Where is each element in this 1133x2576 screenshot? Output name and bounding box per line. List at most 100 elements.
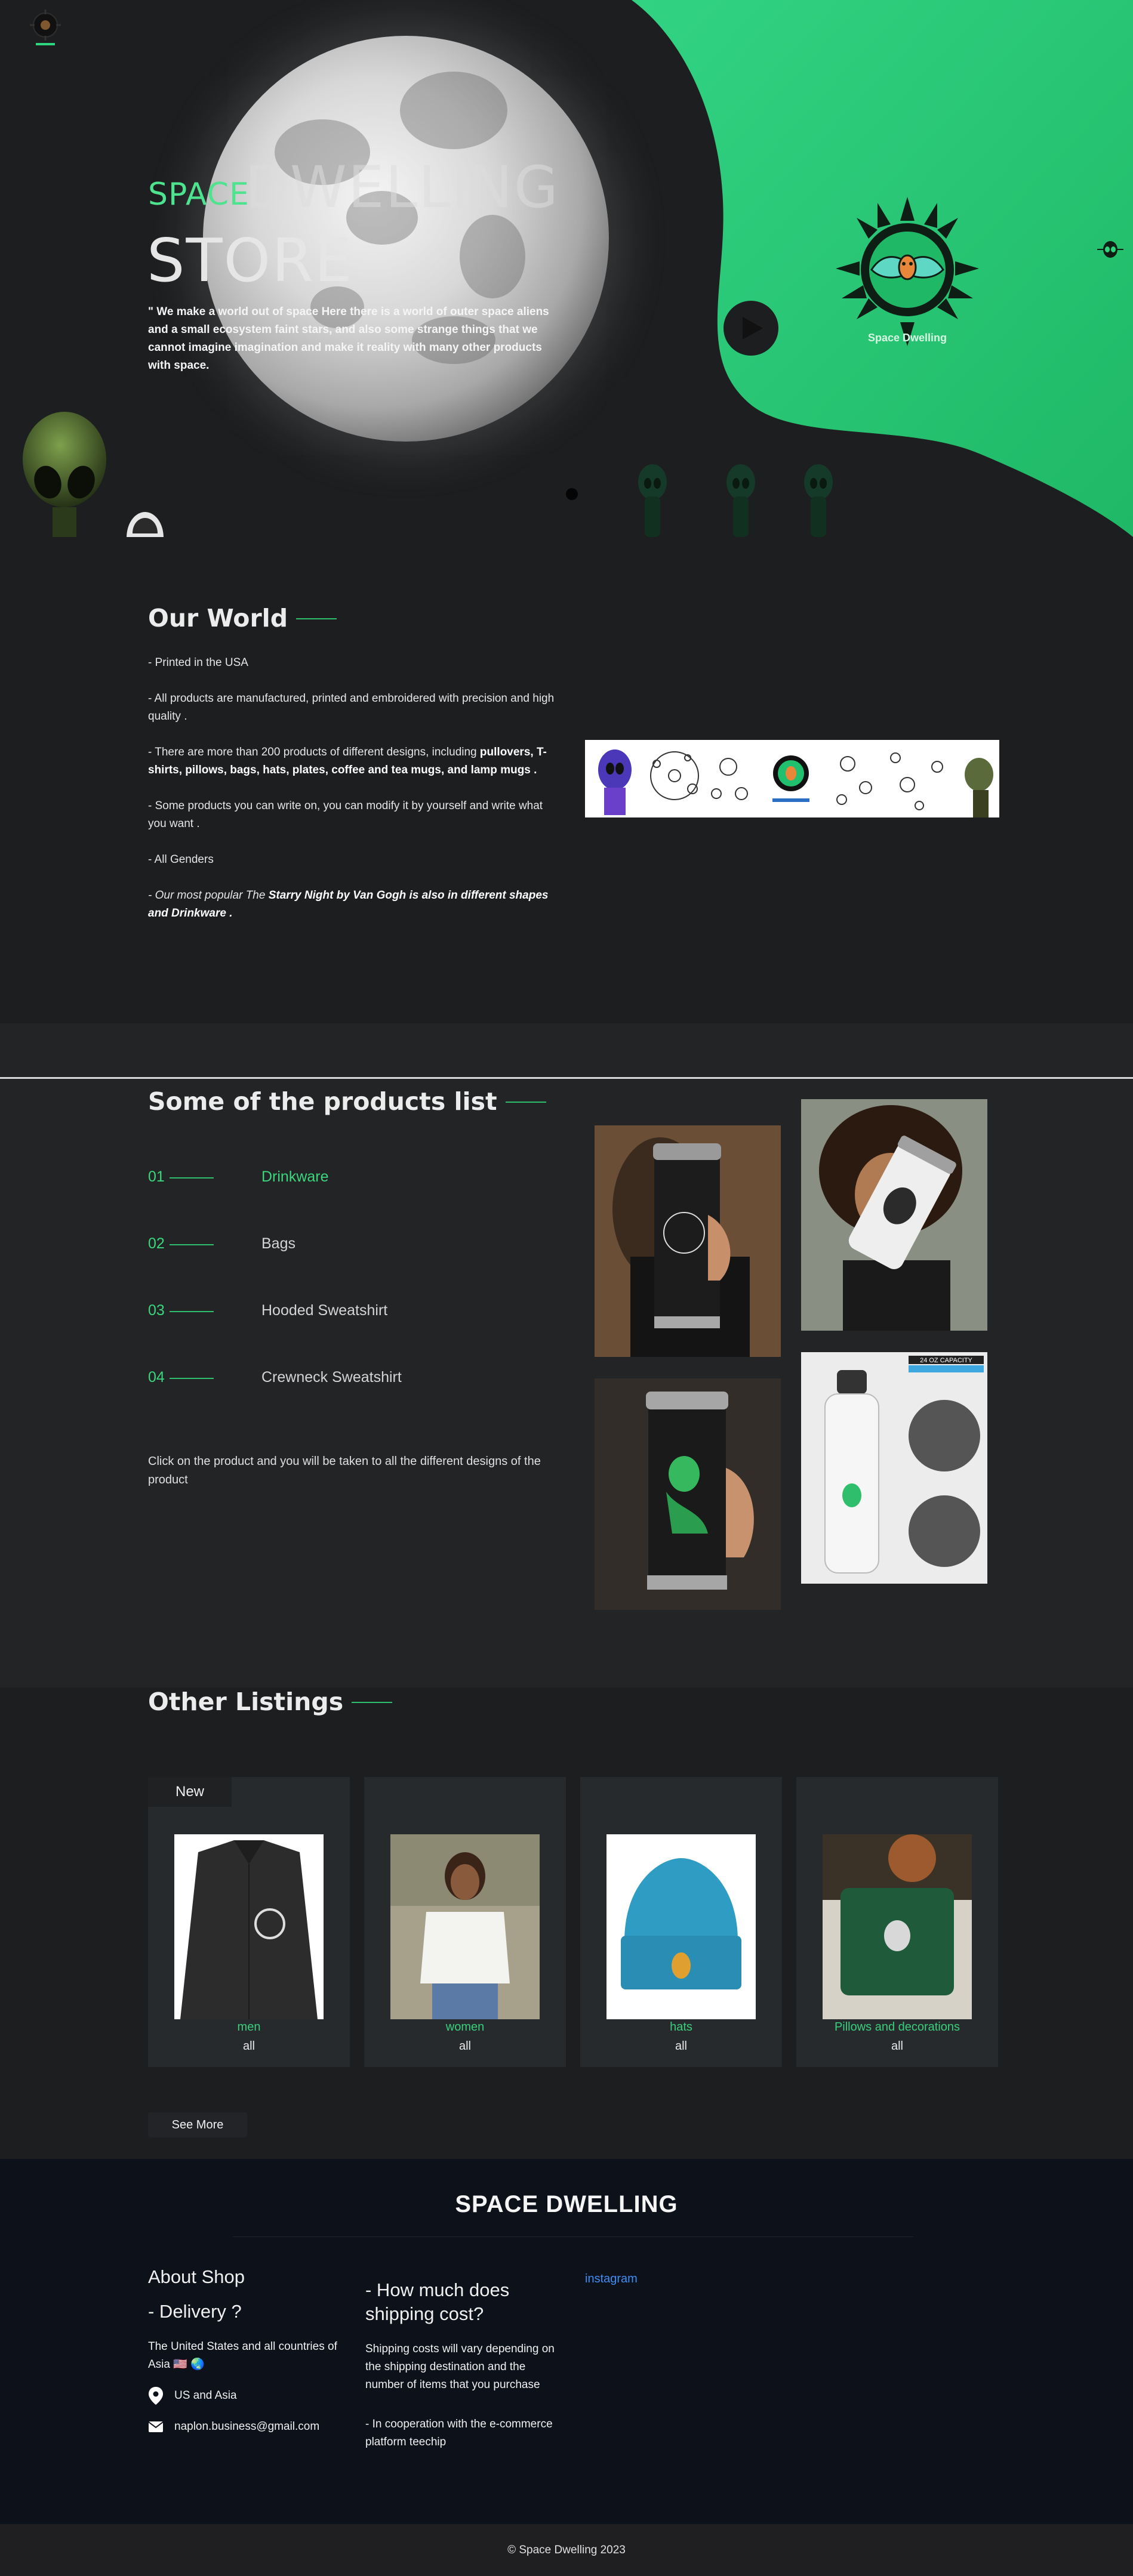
product-number: 04 [148, 1369, 261, 1386]
email-row: naplon.business@gmail.com [148, 2420, 351, 2433]
product-label: Drinkware [261, 1168, 329, 1185]
tumbler-photo-alien[interactable] [595, 1378, 781, 1610]
listing-image [606, 1834, 756, 2019]
see-more-button[interactable]: See More [148, 2112, 247, 2137]
pillow-image [823, 1834, 972, 2019]
product-item-drinkware[interactable]: 01 Drinkware [148, 1168, 329, 1186]
listing-card-hats[interactable]: hats all [580, 1777, 782, 2067]
about-title: About Shop [148, 2266, 245, 2287]
hero-title-main: STORE [147, 226, 353, 295]
footer-shipping-column: - How much does shipping cost? Shipping … [365, 2278, 562, 2451]
listing-sub: all [242, 2040, 255, 2053]
world-item-text: - Our most popular The [148, 889, 269, 902]
instagram-link[interactable]: instagram [585, 2272, 638, 2285]
listing-card-men[interactable]: men all [148, 1777, 350, 2067]
products-section: Some of the products list 01 Drinkware 02… [0, 1079, 1133, 1687]
listing-card-women[interactable]: women all [364, 1777, 566, 2067]
hero-title-accent: SPACE [148, 177, 250, 212]
listing-category[interactable]: Pillows and decorations [796, 2020, 998, 2034]
listing-image [823, 1834, 972, 2019]
world-item-text: - There are more than 200 products of di… [148, 746, 480, 758]
other-listings-title: Other Listings [148, 1687, 393, 1716]
designs-banner-image [585, 740, 999, 817]
envelope-icon [148, 2421, 164, 2432]
footer-about-column: About Shop - Delivery ? The United State… [148, 2266, 351, 2433]
bottle-photo[interactable]: 24 OZ CAPACITY [801, 1352, 987, 1584]
tumbler-black-image [595, 1125, 781, 1357]
logo-icon[interactable] [26, 7, 64, 50]
world-item: - Some products you can write on, you ca… [148, 800, 543, 830]
tumbler-alien-image [595, 1378, 781, 1610]
world-item: - There are more than 200 products of di… [148, 744, 560, 779]
partner-text: - In cooperation with the e-commerce pla… [365, 2418, 553, 2448]
footer-brand: SPACE DWELLING [455, 2191, 678, 2217]
alien-silhouette-icon [638, 464, 667, 537]
bottle-capacity-label: 24 OZ CAPACITY [920, 1357, 972, 1364]
designs-collage-illustration [585, 740, 999, 817]
product-label: Bags [261, 1235, 295, 1252]
alien-silhouette-icon [804, 464, 833, 537]
location-pin-icon [149, 2387, 163, 2405]
listing-sub: all [891, 2040, 903, 2053]
listing-sub: all [458, 2040, 471, 2053]
hero-section: DWELLING SPACE STORE " We make a world o… [0, 0, 1133, 537]
footer: SPACE DWELLING About Shop - Delivery ? T… [0, 2159, 1133, 2524]
listing-category[interactable]: men [148, 2020, 350, 2034]
product-label: Crewneck Sweatshirt [261, 1369, 402, 1386]
product-number: 02 [148, 1235, 261, 1252]
location-text: US and Asia [174, 2389, 237, 2402]
alien-figure-image [23, 412, 106, 537]
space-dwelling-emblem-icon [836, 197, 979, 346]
copyright-text: © Space Dwelling 2023 [507, 2543, 626, 2556]
dark-shirt-image [174, 1834, 324, 2019]
listing-category[interactable]: women [364, 2020, 566, 2034]
footer-social-column: instagram [585, 2272, 638, 2286]
our-world-section: Our World - Printed in the USA - All pro… [0, 537, 1133, 1023]
tumbler-photo-black[interactable] [595, 1125, 781, 1357]
play-icon [743, 317, 763, 340]
delivery-title: - Delivery ? [148, 2301, 242, 2322]
our-world-title: Our World [148, 604, 337, 633]
our-world-list: - Printed in the USA - All products are … [148, 654, 560, 940]
world-item: - Our most popular The Starry Night by V… [148, 887, 560, 923]
delivery-text: The United States and all countries of A… [148, 2340, 337, 2371]
women-tshirt-image [390, 1834, 540, 2019]
shipping-title: - How much does shipping cost? [365, 2279, 510, 2324]
listing-sub: all [675, 2040, 687, 2053]
play-video-button[interactable] [723, 301, 778, 356]
listing-image [174, 1834, 324, 2019]
alien-head-icon[interactable] [1097, 236, 1123, 263]
product-item-bags[interactable]: 02 Bags [148, 1235, 295, 1252]
product-label: Hooded Sweatshirt [261, 1302, 388, 1319]
copyright-bar: © Space Dwelling 2023 [0, 2524, 1133, 2576]
product-number: 01 [148, 1168, 261, 1186]
water-bottle-image: 24 OZ CAPACITY [801, 1352, 987, 1584]
location-row: US and Asia [148, 2387, 351, 2405]
product-item-hooded-sweatshirt[interactable]: 03 Hooded Sweatshirt [148, 1302, 387, 1319]
hero-title-ghost: DWELLING [245, 154, 559, 221]
other-listings-section: Other Listings men all women all hats al… [0, 1687, 1133, 2159]
products-note: Click on the product and you will be tak… [148, 1455, 541, 1486]
listing-card-pillows[interactable]: Pillows and decorations all [796, 1777, 998, 2067]
product-item-crewneck-sweatshirt[interactable]: 04 Crewneck Sweatshirt [148, 1369, 402, 1386]
emblem-label: Space Dwelling [867, 332, 947, 344]
world-item: - All products are manufactured, printed… [148, 692, 555, 723]
listing-image [390, 1834, 540, 2019]
footer-divider [233, 2236, 913, 2237]
product-number: 03 [148, 1302, 261, 1319]
world-item: - Printed in the USA [148, 656, 248, 669]
alien-silhouette-icon [726, 464, 755, 537]
section-spacer [0, 1023, 1133, 1077]
world-item: - All Genders [148, 853, 214, 866]
shipping-text: Shipping costs will vary depending on th… [365, 2343, 555, 2391]
products-title: Some of the products list [148, 1087, 546, 1116]
beanie-image [606, 1834, 756, 2019]
new-badge: New [148, 1777, 232, 1807]
email-text[interactable]: naplon.business@gmail.com [174, 2420, 319, 2433]
hero-tagline: " We make a world out of space Here ther… [148, 306, 549, 372]
listing-category[interactable]: hats [580, 2020, 782, 2034]
tumbler-photo-white[interactable] [801, 1099, 987, 1331]
tumbler-white-image [801, 1099, 987, 1331]
astronaut-helmet-icon [127, 512, 164, 537]
slider-dot-button[interactable] [566, 488, 578, 500]
